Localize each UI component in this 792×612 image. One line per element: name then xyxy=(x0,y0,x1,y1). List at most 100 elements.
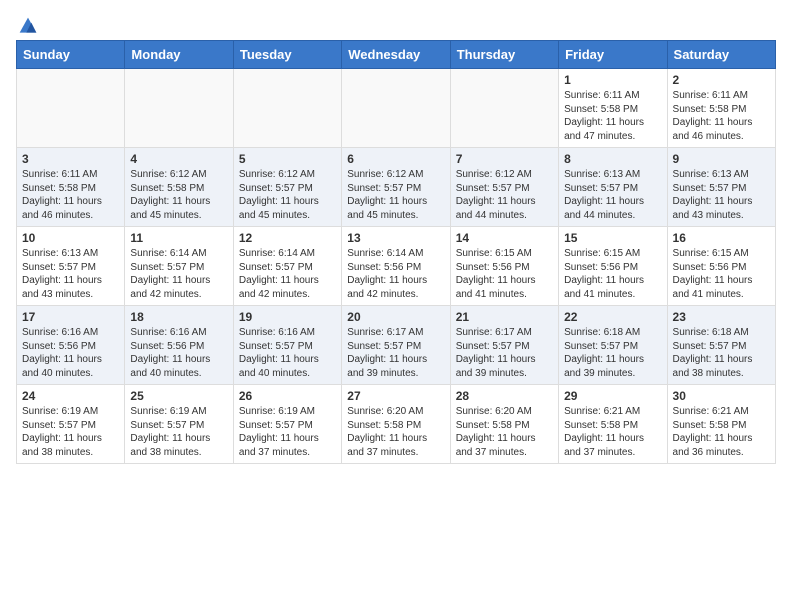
calendar-cell: 26 Sunrise: 6:19 AMSunset: 5:57 PMDayligh… xyxy=(233,385,341,464)
calendar-cell: 3 Sunrise: 6:11 AMSunset: 5:58 PMDaylight… xyxy=(17,148,125,227)
day-number: 16 xyxy=(673,231,770,245)
day-number: 25 xyxy=(130,389,227,403)
calendar-cell xyxy=(233,69,341,148)
calendar-cell: 13Sunrise: 6:14 AMSunset: 5:56 PMDayligh… xyxy=(342,227,450,306)
day-info: Sunrise: 6:17 AMSunset: 5:57 PMDaylight:… xyxy=(456,326,553,380)
day-info: Sunrise: 6:19 AMSunset: 5:57 PMDaylight:… xyxy=(130,405,227,459)
day-info: Sunrise: 6:12 AMSunset: 5:57 PMDaylight:… xyxy=(456,168,553,222)
day-info: Sunrise: 6:18 AMSunset: 5:57 PMDaylight:… xyxy=(673,326,770,380)
calendar-cell: 20Sunrise: 6:17 AMSunset: 5:57 PMDayligh… xyxy=(342,306,450,385)
day-info: Sunrise: 6:12 AMSunset: 5:58 PMDaylight:… xyxy=(130,168,227,222)
day-number: 9 xyxy=(673,152,770,166)
calendar-cell: 19 Sunrise: 6:16 AMSunset: 5:57 PMDayligh… xyxy=(233,306,341,385)
day-number: 21 xyxy=(456,310,553,324)
day-number: 17 xyxy=(22,310,119,324)
day-info: Sunrise: 6:14 AMSunset: 5:57 PMDaylight:… xyxy=(130,247,227,301)
day-info: Sunrise: 6:12 AMSunset: 5:57 PMDaylight:… xyxy=(347,168,444,222)
day-number: 14 xyxy=(456,231,553,245)
day-number: 12 xyxy=(239,231,336,245)
day-info: Sunrise: 6:13 AMSunset: 5:57 PMDaylight:… xyxy=(673,168,770,222)
day-number: 24 xyxy=(22,389,119,403)
week-row-5: 24 Sunrise: 6:19 AMSunset: 5:57 PMDayligh… xyxy=(17,385,776,464)
calendar-cell: 21 Sunrise: 6:17 AMSunset: 5:57 PMDayligh… xyxy=(450,306,558,385)
day-number: 26 xyxy=(239,389,336,403)
logo xyxy=(16,16,38,32)
calendar-cell: 4 Sunrise: 6:12 AMSunset: 5:58 PMDaylight… xyxy=(125,148,233,227)
day-info: Sunrise: 6:15 AMSunset: 5:56 PMDaylight:… xyxy=(564,247,661,301)
week-row-4: 17 Sunrise: 6:16 AMSunset: 5:56 PMDayligh… xyxy=(17,306,776,385)
day-number: 4 xyxy=(130,152,227,166)
col-header-saturday: Saturday xyxy=(667,41,775,69)
col-header-tuesday: Tuesday xyxy=(233,41,341,69)
calendar-cell: 12 Sunrise: 6:14 AMSunset: 5:57 PMDayligh… xyxy=(233,227,341,306)
calendar-cell: 28 Sunrise: 6:20 AMSunset: 5:58 PMDayligh… xyxy=(450,385,558,464)
day-info: Sunrise: 6:18 AMSunset: 5:57 PMDaylight:… xyxy=(564,326,661,380)
day-info: Sunrise: 6:15 AMSunset: 5:56 PMDaylight:… xyxy=(673,247,770,301)
week-row-2: 3 Sunrise: 6:11 AMSunset: 5:58 PMDaylight… xyxy=(17,148,776,227)
day-info: Sunrise: 6:15 AMSunset: 5:56 PMDaylight:… xyxy=(456,247,553,301)
day-number: 18 xyxy=(130,310,227,324)
col-header-monday: Monday xyxy=(125,41,233,69)
day-info: Sunrise: 6:21 AMSunset: 5:58 PMDaylight:… xyxy=(564,405,661,459)
day-number: 2 xyxy=(673,73,770,87)
week-row-1: 1 Sunrise: 6:11 AMSunset: 5:58 PMDaylight… xyxy=(17,69,776,148)
calendar-cell: 18 Sunrise: 6:16 AMSunset: 5:56 PMDayligh… xyxy=(125,306,233,385)
col-header-wednesday: Wednesday xyxy=(342,41,450,69)
day-number: 28 xyxy=(456,389,553,403)
calendar-cell xyxy=(342,69,450,148)
calendar-cell: 10 Sunrise: 6:13 AMSunset: 5:57 PMDayligh… xyxy=(17,227,125,306)
calendar-cell: 5 Sunrise: 6:12 AMSunset: 5:57 PMDaylight… xyxy=(233,148,341,227)
page-header xyxy=(16,16,776,32)
day-info: Sunrise: 6:16 AMSunset: 5:56 PMDaylight:… xyxy=(22,326,119,380)
day-info: Sunrise: 6:11 AMSunset: 5:58 PMDaylight:… xyxy=(22,168,119,222)
day-number: 3 xyxy=(22,152,119,166)
day-number: 23 xyxy=(673,310,770,324)
day-number: 22 xyxy=(564,310,661,324)
day-number: 7 xyxy=(456,152,553,166)
calendar-cell xyxy=(125,69,233,148)
day-number: 15 xyxy=(564,231,661,245)
day-number: 11 xyxy=(130,231,227,245)
calendar-cell: 22 Sunrise: 6:18 AMSunset: 5:57 PMDayligh… xyxy=(559,306,667,385)
day-number: 10 xyxy=(22,231,119,245)
day-info: Sunrise: 6:19 AMSunset: 5:57 PMDaylight:… xyxy=(22,405,119,459)
calendar-cell: 7 Sunrise: 6:12 AMSunset: 5:57 PMDaylight… xyxy=(450,148,558,227)
day-info: Sunrise: 6:20 AMSunset: 5:58 PMDaylight:… xyxy=(456,405,553,459)
calendar-cell: 24 Sunrise: 6:19 AMSunset: 5:57 PMDayligh… xyxy=(17,385,125,464)
day-number: 8 xyxy=(564,152,661,166)
calendar-cell: 17 Sunrise: 6:16 AMSunset: 5:56 PMDayligh… xyxy=(17,306,125,385)
day-info: Sunrise: 6:16 AMSunset: 5:56 PMDaylight:… xyxy=(130,326,227,380)
day-info: Sunrise: 6:19 AMSunset: 5:57 PMDaylight:… xyxy=(239,405,336,459)
calendar-cell: 14 Sunrise: 6:15 AMSunset: 5:56 PMDayligh… xyxy=(450,227,558,306)
calendar-cell: 15 Sunrise: 6:15 AMSunset: 5:56 PMDayligh… xyxy=(559,227,667,306)
day-info: Sunrise: 6:17 AMSunset: 5:57 PMDaylight:… xyxy=(347,326,444,380)
day-number: 6 xyxy=(347,152,444,166)
calendar-cell xyxy=(17,69,125,148)
day-info: Sunrise: 6:13 AMSunset: 5:57 PMDaylight:… xyxy=(22,247,119,301)
day-number: 27 xyxy=(347,389,444,403)
day-info: Sunrise: 6:16 AMSunset: 5:57 PMDaylight:… xyxy=(239,326,336,380)
col-header-friday: Friday xyxy=(559,41,667,69)
day-number: 29 xyxy=(564,389,661,403)
week-row-3: 10 Sunrise: 6:13 AMSunset: 5:57 PMDayligh… xyxy=(17,227,776,306)
calendar-cell xyxy=(450,69,558,148)
day-number: 19 xyxy=(239,310,336,324)
day-info: Sunrise: 6:14 AMSunset: 5:57 PMDaylight:… xyxy=(239,247,336,301)
calendar-cell: 9 Sunrise: 6:13 AMSunset: 5:57 PMDaylight… xyxy=(667,148,775,227)
calendar-table: SundayMondayTuesdayWednesdayThursdayFrid… xyxy=(16,40,776,464)
calendar-cell: 23 Sunrise: 6:18 AMSunset: 5:57 PMDayligh… xyxy=(667,306,775,385)
col-header-thursday: Thursday xyxy=(450,41,558,69)
day-number: 1 xyxy=(564,73,661,87)
calendar-cell: 25 Sunrise: 6:19 AMSunset: 5:57 PMDayligh… xyxy=(125,385,233,464)
logo-icon xyxy=(18,16,38,36)
day-info: Sunrise: 6:12 AMSunset: 5:57 PMDaylight:… xyxy=(239,168,336,222)
day-info: Sunrise: 6:20 AMSunset: 5:58 PMDaylight:… xyxy=(347,405,444,459)
calendar-cell: 16 Sunrise: 6:15 AMSunset: 5:56 PMDayligh… xyxy=(667,227,775,306)
day-number: 5 xyxy=(239,152,336,166)
calendar-cell: 27 Sunrise: 6:20 AMSunset: 5:58 PMDayligh… xyxy=(342,385,450,464)
calendar-cell: 1 Sunrise: 6:11 AMSunset: 5:58 PMDaylight… xyxy=(559,69,667,148)
day-info: Sunrise: 6:11 AMSunset: 5:58 PMDaylight:… xyxy=(564,89,661,143)
calendar-cell: 8Sunrise: 6:13 AMSunset: 5:57 PMDaylight… xyxy=(559,148,667,227)
calendar-cell: 11 Sunrise: 6:14 AMSunset: 5:57 PMDayligh… xyxy=(125,227,233,306)
day-info: Sunrise: 6:11 AMSunset: 5:58 PMDaylight:… xyxy=(673,89,770,143)
